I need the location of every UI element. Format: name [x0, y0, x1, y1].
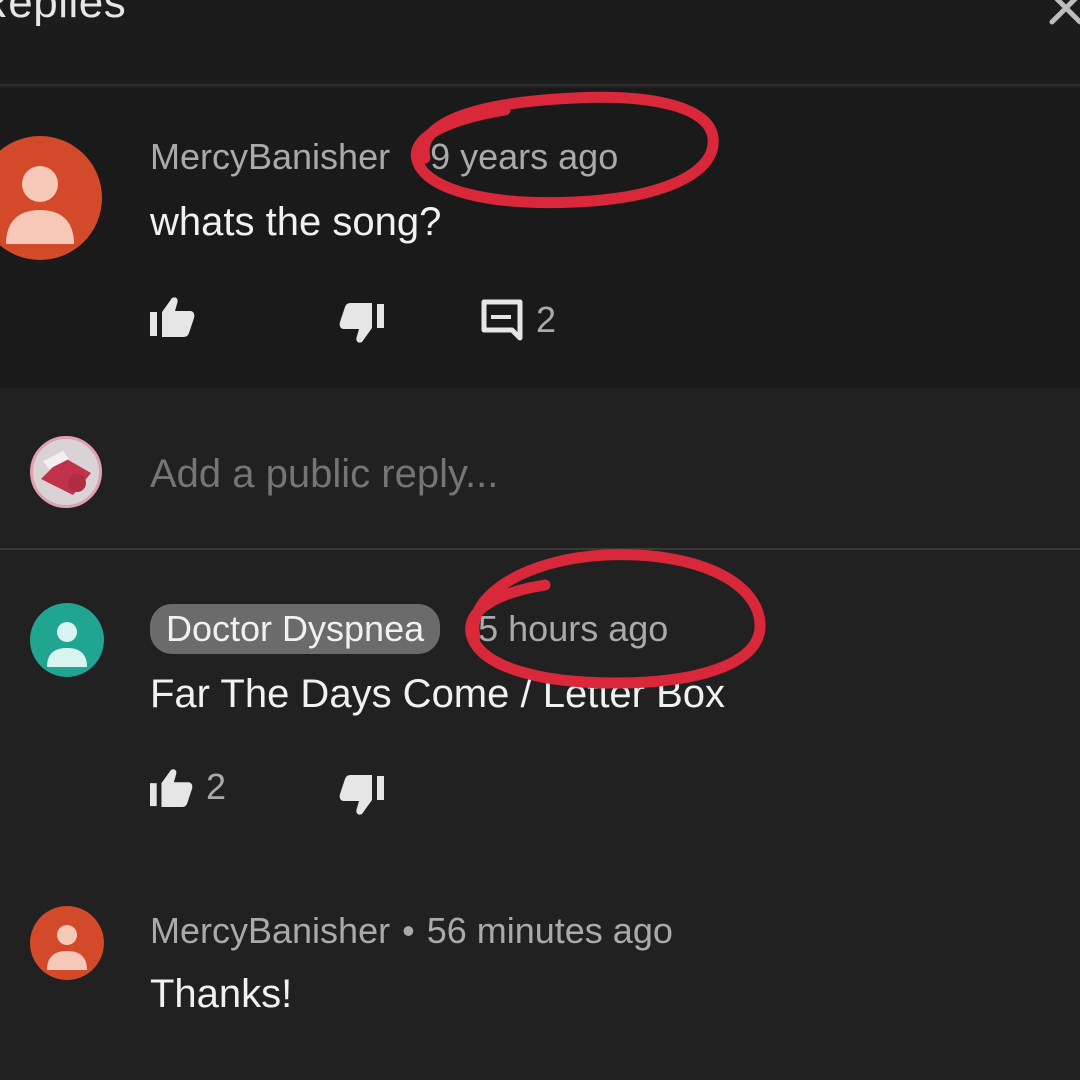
divider: [0, 548, 1080, 550]
reply-composer: [0, 410, 1080, 550]
reply-time[interactable]: 56 minutes ago: [427, 910, 673, 952]
meta-separator: •: [402, 910, 415, 951]
replies-title: Replies: [0, 0, 127, 27]
reply-text: Thanks!: [150, 972, 293, 1016]
replies-header: Replies: [0, 0, 1080, 86]
like-icon: [150, 297, 195, 337]
reply-count: 2: [536, 299, 557, 340]
dislike-button[interactable]: [338, 302, 386, 346]
dislike-button[interactable]: [338, 774, 386, 818]
user-avatar: [30, 436, 102, 508]
dislike-icon: [339, 775, 384, 815]
comment-author[interactable]: MercyBanisher: [150, 136, 390, 178]
like-button[interactable]: 2: [148, 766, 226, 808]
avatar[interactable]: [30, 603, 104, 677]
dislike-icon: [339, 303, 384, 343]
avatar-person-icon: [6, 166, 74, 244]
reply-author-badge[interactable]: Doctor Dyspnea: [150, 604, 441, 654]
comment-time[interactable]: 9 years ago: [430, 136, 618, 178]
comment-meta: MercyBanisher 9 years ago: [150, 136, 618, 178]
comment-text: whats the song?: [150, 200, 442, 244]
reply-input[interactable]: [150, 452, 950, 497]
avatar[interactable]: [0, 136, 102, 260]
like-button[interactable]: [148, 294, 196, 338]
like-icon: [150, 769, 193, 808]
like-count: 2: [206, 766, 227, 807]
avatar-person-icon: [47, 925, 87, 970]
reply-meta: MercyBanisher • 56 minutes ago: [150, 910, 673, 952]
close-icon: [1049, 0, 1080, 25]
original-comment: MercyBanisher 9 years ago whats the song…: [0, 88, 1080, 388]
reply-author[interactable]: MercyBanisher: [150, 910, 390, 952]
avatar-image-icon: [33, 439, 99, 505]
reply-meta: Doctor Dyspnea 5 hours ago: [150, 604, 668, 654]
avatar[interactable]: [30, 906, 104, 980]
reply-time[interactable]: 5 hours ago: [478, 608, 668, 650]
replies-button[interactable]: 2: [480, 298, 556, 342]
replies-panel: Replies MercyBanisher 9 years ago whats …: [0, 0, 1080, 1080]
close-button[interactable]: [1044, 0, 1080, 30]
reply-text: Far The Days Come / Letter Box: [150, 672, 726, 716]
reply-icon: [481, 299, 523, 341]
avatar-person-icon: [47, 622, 87, 667]
